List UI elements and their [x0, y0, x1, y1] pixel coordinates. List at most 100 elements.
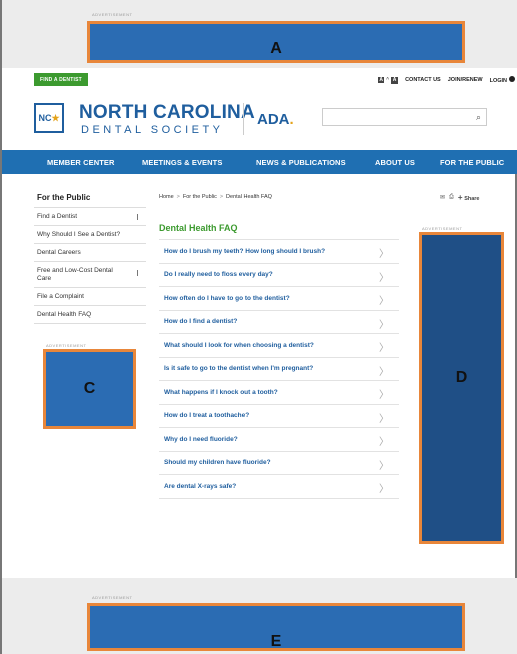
- faq-question: How do I find a dentist?: [164, 318, 238, 326]
- sidebar-item-file-complaint[interactable]: File a Complaint: [34, 288, 146, 306]
- faq-question: Why do I need fluoride?: [164, 435, 238, 443]
- chevron-right-icon: 〉: [379, 413, 389, 425]
- faq-question: How do I brush my teeth? How long should…: [164, 247, 326, 255]
- login-arrow-icon: [509, 76, 515, 82]
- star-icon: ★: [51, 112, 60, 123]
- ada-logo-dot: .: [289, 111, 294, 128]
- print-icon[interactable]: ⎙: [449, 194, 454, 201]
- ad-label-top: ADVERTISEMENT: [92, 12, 133, 17]
- faq-item[interactable]: How do I treat a toothache? 〉: [159, 405, 399, 428]
- sidebar-item-label: Dental Health FAQ: [37, 310, 92, 318]
- faq-item[interactable]: What happens if I knock out a tooth? 〉: [159, 381, 399, 405]
- faq-item[interactable]: Should my children have fluoride? 〉: [159, 452, 399, 475]
- bottom-banner-letter: E: [270, 633, 282, 650]
- left-square-letter: C: [83, 380, 96, 397]
- share-plus-icon: +: [457, 193, 463, 202]
- breadcrumb-current: Dental Health FAQ: [226, 194, 272, 200]
- sidebar-item-why-see-dentist[interactable]: Why Should I See a Dentist?: [34, 226, 146, 244]
- nav-meetings-events[interactable]: MEETINGS & EVENTS: [142, 158, 222, 167]
- sidebar-item-label: Find a Dentist: [37, 212, 78, 220]
- login-link[interactable]: LOGIN: [490, 76, 515, 84]
- font-caret-icon: ^: [386, 77, 390, 83]
- contact-us-link[interactable]: CONTACT US: [405, 77, 441, 83]
- nav-for-the-public[interactable]: FOR THE PUBLIC: [440, 158, 504, 167]
- ad-label-left: ADVERTISEMENT: [46, 343, 87, 348]
- email-icon[interactable]: ✉: [440, 194, 445, 201]
- search-input[interactable]: ⌕: [322, 108, 487, 126]
- sidebar-item-dental-health-faq[interactable]: Dental Health FAQ: [34, 306, 146, 324]
- ada-logo-text: ADA: [257, 111, 290, 128]
- right-skyscraper-letter: D: [455, 369, 468, 386]
- org-subtitle: DENTAL SOCIETY: [81, 124, 224, 136]
- faq-question: What happens if I knock out a tooth?: [164, 388, 278, 396]
- login-label: LOGIN: [489, 78, 507, 84]
- breadcrumb-home[interactable]: Home: [159, 194, 174, 200]
- logo-mark: NC ★: [36, 105, 62, 131]
- nav-member-center[interactable]: MEMBER CENTER: [47, 158, 115, 167]
- faq-item[interactable]: Do I really need to floss every day? 〉: [159, 264, 399, 287]
- faq-item[interactable]: What should I look for when choosing a d…: [159, 334, 399, 358]
- expand-icon[interactable]: [137, 214, 138, 220]
- nav-about-us[interactable]: ABOUT US: [375, 158, 415, 167]
- main-nav: MEMBER CENTER MEETINGS & EVENTS NEWS & P…: [2, 150, 517, 174]
- page-frame: ADVERTISEMENT A FIND A DENTIST A ^ A CON…: [0, 0, 517, 654]
- share-button[interactable]: + Share: [458, 193, 480, 202]
- faq-item[interactable]: How do I find a dentist? 〉: [159, 311, 399, 334]
- font-size-controls: A ^ A: [378, 76, 399, 84]
- header-divider: [243, 103, 244, 135]
- faq-list: How do I brush my teeth? How long should…: [159, 239, 399, 499]
- faq-item[interactable]: How do I brush my teeth? How long should…: [159, 240, 399, 264]
- chevron-right-icon: 〉: [379, 366, 389, 378]
- faq-question: Should my children have fluoride?: [164, 459, 271, 467]
- chevron-right-icon: 〉: [379, 343, 389, 354]
- faq-question: What should I look for when choosing a d…: [164, 341, 314, 349]
- faq-item[interactable]: Why do I need fluoride? 〉: [159, 428, 399, 452]
- chevron-right-icon: 〉: [379, 390, 389, 401]
- chevron-right-icon: 〉: [379, 249, 389, 260]
- sidebar-item-free-low-cost-care[interactable]: Free and Low-Cost Dental Care: [34, 262, 146, 288]
- bottom-banner-ad[interactable]: E: [87, 603, 465, 651]
- breadcrumb: Home > For the Public > Dental Health FAQ: [159, 194, 272, 200]
- utility-bar: FIND A DENTIST A ^ A CONTACT US JOIN/REN…: [2, 68, 517, 94]
- top-banner-letter: A: [270, 40, 282, 57]
- font-increase-button[interactable]: A: [391, 76, 399, 84]
- find-a-dentist-button[interactable]: FIND A DENTIST: [34, 73, 88, 86]
- chevron-right-icon: 〉: [379, 484, 389, 495]
- faq-question: How often do I have to go to the dentist…: [164, 294, 290, 302]
- ad-label-bottom: ADVERTISEMENT: [92, 595, 133, 600]
- faq-item[interactable]: How often do I have to go to the dentist…: [159, 287, 399, 311]
- ncds-logo[interactable]: NC ★: [34, 103, 64, 133]
- breadcrumb-separator: >: [176, 194, 180, 200]
- top-banner-ad[interactable]: A: [87, 21, 465, 63]
- join-renew-link[interactable]: JOIN/RENEW: [448, 77, 483, 83]
- search-icon[interactable]: ⌕: [476, 112, 481, 123]
- font-decrease-button[interactable]: A: [378, 77, 385, 83]
- nav-news-publications[interactable]: NEWS & PUBLICATIONS: [256, 158, 346, 167]
- ad-label-right: ADVERTISEMENT: [422, 226, 463, 231]
- chevron-right-icon: 〉: [379, 319, 389, 331]
- faq-item[interactable]: Is it safe to go to the dentist when I'm…: [159, 358, 399, 381]
- sidebar-item-find-a-dentist[interactable]: Find a Dentist: [34, 208, 146, 226]
- left-square-ad[interactable]: C: [43, 349, 136, 429]
- site-header: NC ★ NORTH CAROLINA DENTAL SOCIETY ADA. ⌕: [2, 94, 517, 150]
- share-label: Share: [464, 196, 480, 202]
- chevron-right-icon: 〉: [379, 437, 389, 448]
- utility-links: A ^ A CONTACT US JOIN/RENEW LOGIN: [378, 76, 515, 84]
- chevron-right-icon: 〉: [379, 460, 389, 472]
- breadcrumb-separator: >: [219, 194, 224, 200]
- sidebar-item-dental-careers[interactable]: Dental Careers: [34, 244, 146, 262]
- sidebar-item-label: Free and Low-Cost Dental Care: [37, 266, 113, 282]
- faq-question: Is it safe to go to the dentist when I'm…: [164, 365, 314, 373]
- faq-item[interactable]: Are dental X-rays safe? 〉: [159, 475, 399, 499]
- faq-question: Do I really need to floss every day?: [164, 271, 273, 279]
- expand-icon[interactable]: [137, 270, 138, 276]
- chevron-right-icon: 〉: [379, 296, 389, 307]
- right-skyscraper-ad[interactable]: D: [419, 232, 504, 544]
- sidebar-item-label: Dental Careers: [37, 248, 81, 256]
- page-title: Dental Health FAQ: [159, 223, 238, 233]
- breadcrumb-section[interactable]: For the Public: [183, 194, 217, 200]
- top-ad-area: ADVERTISEMENT A: [2, 0, 517, 68]
- org-name: NORTH CAROLINA: [79, 102, 255, 123]
- ada-logo[interactable]: ADA.: [257, 111, 294, 128]
- sidebar-item-label: Why Should I See a Dentist?: [37, 230, 121, 238]
